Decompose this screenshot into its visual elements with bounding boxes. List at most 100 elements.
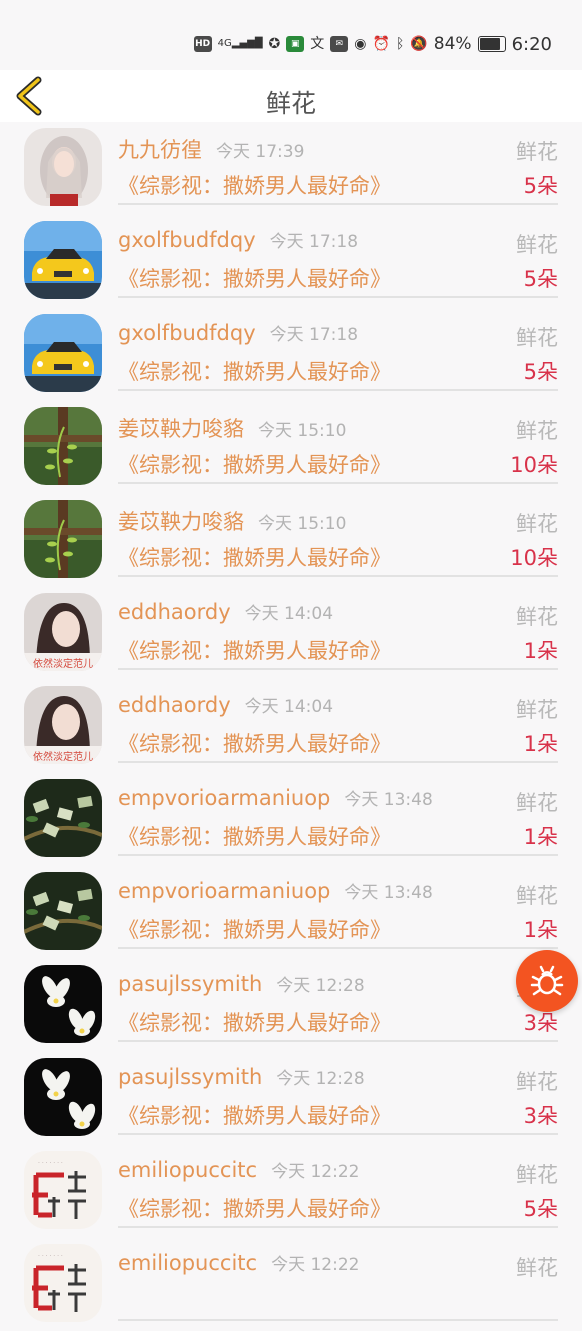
avatar[interactable] (24, 779, 102, 857)
book-title[interactable]: 《综影视：撒娇男人最好命》 (118, 1007, 391, 1037)
row-divider (118, 1040, 558, 1042)
book-title[interactable]: 《综影视：撒娇男人最好命》 (118, 1193, 391, 1223)
timestamp: 今天 14:04 (244, 697, 334, 717)
gift-type: 鲜花 (516, 605, 558, 629)
gift-type: 鲜花 (516, 1163, 558, 1187)
username: emiliopuccitc 今天 12:22 (118, 1157, 359, 1182)
username-text: emiliopuccitc (118, 1158, 258, 1182)
timestamp: 今天 13:48 (344, 883, 433, 903)
username-text: eddhaordy (118, 600, 231, 624)
avatar[interactable] (24, 872, 102, 950)
gift-record-row[interactable]: pasujlssymith今天 12:28鲜花《综影视：撒娇男人最好命》3朵 (0, 959, 582, 1052)
username: 姜苡鞅力唆貉 今天 15:10 (118, 413, 346, 443)
eye-icon: ◉ (354, 36, 367, 52)
row-divider (118, 668, 558, 670)
book-title[interactable]: 《综影视：撒娇男人最好命》 (118, 1100, 391, 1130)
timestamp: 今天 12:22 (271, 1255, 360, 1275)
book-title[interactable]: 《综影视：撒娇男人最好命》 (118, 635, 391, 665)
gift-count: 5朵 (523, 267, 558, 291)
username: emiliopuccitc 今天 12:22 (118, 1250, 359, 1275)
book-title[interactable]: 《综影视：撒娇男人最好命》 (118, 542, 391, 572)
gift-record-row[interactable]: 姜苡鞅力唆貉 今天 15:10 鲜花 《综影视：撒娇男人最好命》 10朵 (0, 401, 582, 494)
gift-record-row[interactable]: · · · · · · · emiliopuccitc 今天 12:22 鲜花《综影视… (0, 1145, 582, 1238)
username-text: emiliopuccitc (118, 1251, 258, 1275)
android-icon: ▣ (286, 36, 305, 52)
book-title[interactable]: 《综影视：撒娇男人最好命》 (118, 449, 391, 479)
svg-text:依然淡定范儿: 依然淡定范儿 (33, 657, 93, 670)
username: empvorioarmaniuop 今天 13:48 (118, 785, 433, 810)
username-text: 九九彷徨 (118, 138, 202, 162)
gift-record-row[interactable]: gxolfbudfdqy 今天 17:18 鲜花 《综影视：撒娇男人最好命》 5朵 (0, 308, 582, 401)
avatar[interactable] (24, 965, 102, 1043)
status-bar: HD 4G▂▄▆█ ✪ ▣ 文 ✉ ◉ ⏰ ᛒ 🔕 84% 6:20 (0, 0, 582, 70)
row-divider (118, 947, 558, 949)
book-title[interactable]: 《综影视：撒娇男人最好命》 (118, 821, 391, 851)
gift-record-row[interactable]: gxolfbudfdqy 今天 17:18 鲜花 《综影视：撒娇男人最好命》 5朵 (0, 215, 582, 308)
avatar[interactable] (24, 407, 102, 485)
book-title[interactable]: 《综影视：撒娇男人最好命》 (118, 356, 391, 386)
gift-count: 1朵 (523, 825, 558, 849)
svg-text:依然淡定范儿: 依然淡定范儿 (33, 750, 93, 763)
avatar[interactable] (24, 314, 102, 392)
book-title[interactable]: 《综影视：撒娇男人最好命》 (118, 263, 391, 293)
username: gxolfbudfdqy 今天 17:18 (118, 320, 358, 345)
battery-icon (477, 36, 506, 52)
vpn-icon: ✪ (268, 36, 281, 52)
row-divider (118, 1226, 558, 1228)
timestamp: 今天 14:04 (244, 604, 334, 624)
username: empvorioarmaniuop 今天 13:48 (118, 878, 433, 903)
row-divider (118, 1133, 558, 1135)
clock: 6:20 (511, 33, 552, 55)
avatar[interactable] (24, 221, 102, 299)
avatar[interactable]: 依然淡定范儿 (24, 686, 102, 764)
gift-count: 1朵 (523, 918, 558, 942)
avatar[interactable] (24, 128, 102, 206)
gift-type: 鲜花 (516, 419, 558, 443)
gift-record-row[interactable]: 依然淡定范儿 eddhaordy 今天 14:04 鲜花 《综影视：撒娇男人最好命》 1朵 (0, 587, 582, 680)
gift-record-row[interactable]: 九九彷徨 今天 17:39 鲜花《综影视：撒娇男人最好命》 5朵 (0, 122, 582, 215)
gift-type: 鲜花 (516, 1070, 558, 1094)
avatar[interactable]: · · · · · · · (24, 1151, 102, 1229)
timestamp: 今天 17:18 (269, 232, 359, 252)
username-text: empvorioarmaniuop (118, 786, 331, 810)
row-divider (118, 389, 558, 391)
gift-record-row[interactable]: empvorioarmaniuop 今天 13:48 鲜花《综影视：撒娇男人最好命》… (0, 773, 582, 866)
gift-record-row[interactable]: 姜苡鞅力唆貉 今天 15:10 鲜花 《综影视：撒娇男人最好命》 10朵 (0, 494, 582, 587)
row-divider (118, 482, 558, 484)
hd-icon: HD (193, 36, 212, 52)
gift-record-row[interactable]: empvorioarmaniuop 今天 13:48 鲜花 《综影视：撒娇男人最好命》… (0, 866, 582, 959)
timestamp: 今天 17:39 (216, 142, 305, 162)
username: pasujlssymith 今天 12:28 (118, 1064, 365, 1089)
avatar[interactable]: · · · · · · · (24, 1244, 102, 1322)
gift-count: 5朵 (523, 1197, 558, 1221)
svg-text:· · · · · · ·: · · · · · · · (38, 1253, 63, 1260)
avatar[interactable] (24, 500, 102, 578)
row-divider (118, 203, 558, 205)
gift-record-row[interactable]: pasujlssymith今天 12:28鲜花《综影视：撒娇男人最好命》3朵 (0, 1052, 582, 1145)
timestamp: 今天 15:10 (258, 421, 347, 441)
gift-record-row[interactable]: · · · · · · · emiliopuccitc 今天 12:22 鲜花 (0, 1238, 582, 1331)
app-icon: ✉ (330, 36, 349, 52)
username: eddhaordy 今天 14:04 (118, 692, 333, 717)
timestamp: 今天 12:28 (276, 976, 365, 996)
username-text: gxolfbudfdqy (118, 321, 256, 345)
book-title[interactable]: 《综影视：撒娇男人最好命》 (118, 728, 391, 758)
avatar[interactable] (24, 1058, 102, 1136)
battery-percent: 84% (433, 34, 472, 54)
gift-type: 鲜花 (516, 698, 558, 722)
gift-type: 鲜花 (516, 791, 558, 815)
gift-type: 鲜花 (516, 140, 558, 164)
row-divider (118, 296, 558, 298)
gift-type: 鲜花 (516, 1256, 558, 1280)
mute-icon: 🔕 (410, 36, 428, 52)
gift-record-row[interactable]: 依然淡定范儿 eddhaordy 今天 14:04 鲜花《综影视：撒娇男人最好命》 1朵 (0, 680, 582, 773)
timestamp: 今天 12:28 (276, 1069, 365, 1089)
gift-type: 鲜花 (516, 512, 558, 536)
debug-button[interactable] (516, 950, 578, 1012)
gift-count: 1朵 (523, 732, 558, 756)
book-title[interactable]: 《综影视：撒娇男人最好命》 (118, 170, 391, 200)
gift-count: 5朵 (523, 174, 558, 198)
book-title[interactable]: 《综影视：撒娇男人最好命》 (118, 914, 391, 944)
avatar[interactable]: 依然淡定范儿 (24, 593, 102, 671)
row-divider (118, 1319, 558, 1321)
